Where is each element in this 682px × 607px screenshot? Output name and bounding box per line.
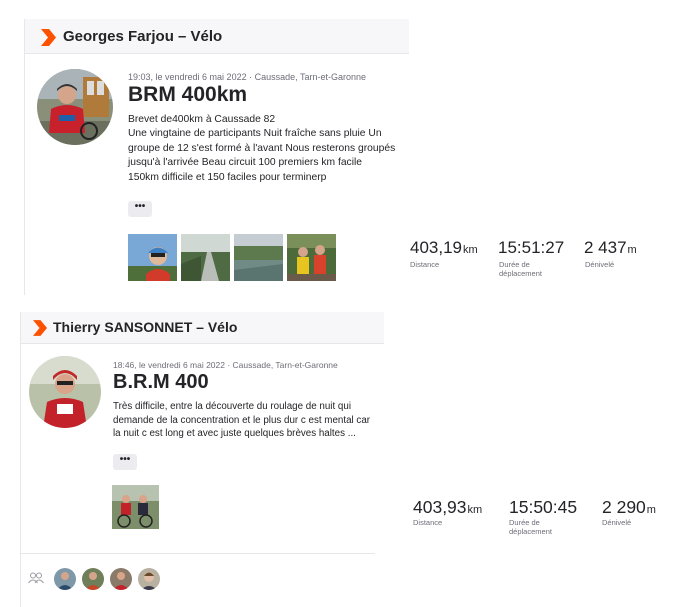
- more-options-button[interactable]: •••: [113, 454, 137, 470]
- stat-label: Dénivelé: [585, 260, 615, 269]
- stat-elevation: 2 437m: [584, 238, 637, 258]
- activity-header: Thierry SANSONNET – Vélo: [21, 312, 384, 344]
- stat-label: Durée de déplacement: [509, 518, 552, 536]
- stat-moving-time: 15:51:27: [498, 238, 564, 258]
- activity-photo[interactable]: [181, 234, 230, 281]
- activity-description: Très difficile, entre la découverte du r…: [113, 400, 375, 441]
- activity-card: Georges Farjou – Vélo 19:03, le vendredi…: [24, 19, 409, 295]
- athlete-header-label[interactable]: Thierry SANSONNET – Vélo: [53, 319, 237, 335]
- stat-distance: 403,93km: [413, 497, 482, 518]
- athlete-header-label[interactable]: Georges Farjou – Vélo: [63, 28, 222, 45]
- stat-moving-time: 15:50:45: [509, 497, 577, 518]
- description-line: Brevet de400km à Caussade 82: [128, 114, 276, 125]
- stat-distance: 403,19km: [410, 238, 478, 258]
- activity-title[interactable]: BRM 400km: [128, 83, 247, 107]
- activity-description: Brevet de400km à Caussade 82 Une vingtai…: [128, 113, 403, 185]
- description-line: Une vingtaine de participants Nuit fraîc…: [128, 128, 396, 169]
- stat-value: 15:51:27: [498, 238, 565, 257]
- stat-unit: m: [627, 244, 637, 256]
- more-options-button[interactable]: •••: [128, 201, 152, 217]
- description-line: Très difficile, entre la découverte du r…: [113, 401, 371, 439]
- activity-timestamp-location: 18:46, le vendredi 6 mai 2022 · Caussade…: [113, 360, 338, 370]
- stat-label: Distance: [410, 260, 440, 269]
- strava-chevron-icon: [41, 29, 56, 46]
- stat-unit: m: [646, 504, 656, 516]
- stat-value: 403,93: [413, 497, 467, 517]
- description-line: 150km difficile et 150 faciles pour term…: [128, 171, 327, 183]
- group-athlete-avatar[interactable]: [137, 567, 161, 591]
- strava-chevron-icon: [33, 320, 47, 336]
- divider: [21, 553, 375, 554]
- stat-value: 2 437: [584, 238, 627, 257]
- activity-title[interactable]: B.R.M 400: [113, 371, 209, 394]
- activity-timestamp-location: 19:03, le vendredi 6 mai 2022 · Caussade…: [128, 72, 366, 82]
- athlete-avatar[interactable]: [37, 69, 113, 145]
- activity-photo[interactable]: [287, 234, 336, 281]
- group-athlete-avatar[interactable]: [109, 567, 133, 591]
- stat-value: 15:50:45: [509, 497, 578, 517]
- activity-photo[interactable]: [234, 234, 283, 281]
- stat-value: 2 290: [602, 497, 646, 517]
- activity-card: Thierry SANSONNET – Vélo 18:46, le vendr…: [20, 312, 385, 607]
- stat-unit: km: [467, 504, 483, 516]
- stat-label: Durée de déplacement: [499, 260, 542, 278]
- activity-photo[interactable]: [128, 234, 177, 281]
- group-athlete-avatar[interactable]: [81, 567, 105, 591]
- activity-photo[interactable]: [112, 485, 159, 529]
- stat-label: Distance: [413, 518, 443, 527]
- stat-unit: km: [463, 244, 478, 256]
- athlete-avatar[interactable]: [29, 356, 101, 428]
- activity-header: Georges Farjou – Vélo: [25, 19, 409, 54]
- group-athlete-avatar[interactable]: [53, 567, 77, 591]
- stat-label: Dénivelé: [602, 518, 632, 527]
- stat-value: 403,19: [410, 238, 462, 257]
- stat-elevation: 2 290m: [602, 497, 656, 518]
- group-athletes-icon: [28, 572, 44, 584]
